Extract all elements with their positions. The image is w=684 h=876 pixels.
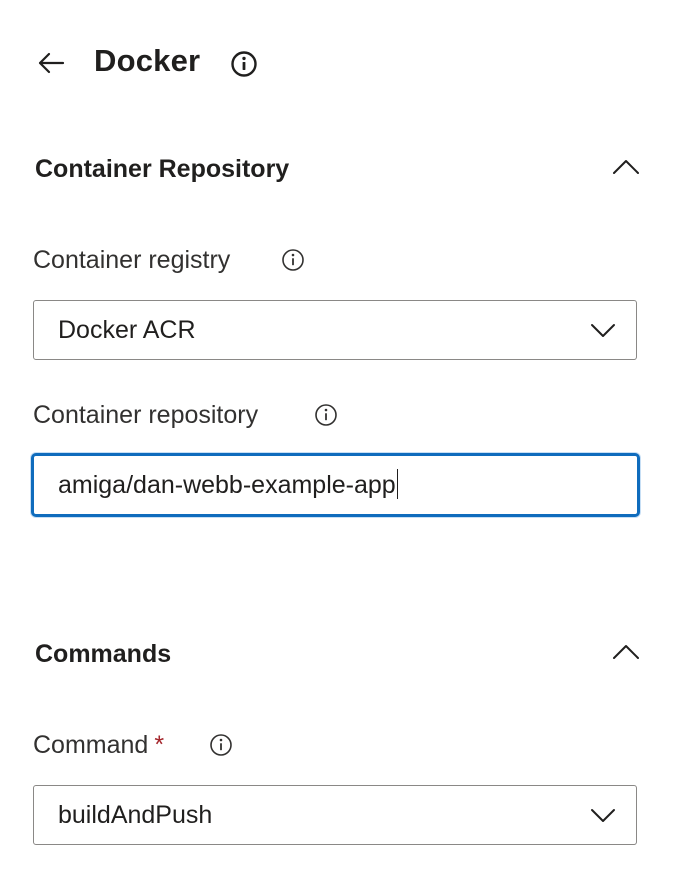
- arrow-left-icon: [38, 52, 65, 74]
- container-registry-info-button[interactable]: [280, 247, 306, 278]
- info-icon: [210, 734, 232, 756]
- command-info-button[interactable]: [208, 732, 234, 763]
- command-value: buildAndPush: [58, 801, 213, 829]
- info-icon: [282, 249, 304, 271]
- chevron-down-icon: [591, 809, 615, 822]
- info-icon: [315, 404, 337, 426]
- required-marker: *: [154, 731, 165, 759]
- section-title-commands: Commands: [35, 640, 172, 668]
- chevron-up-icon: [613, 160, 639, 174]
- container-repository-label: Container repository: [33, 401, 259, 429]
- command-label-text: Command: [33, 731, 149, 759]
- command-dropdown[interactable]: buildAndPush: [33, 785, 637, 845]
- section-title-container-repository: Container Repository: [35, 155, 290, 183]
- container-registry-label: Container registry: [33, 246, 231, 274]
- chevron-down-icon: [591, 324, 615, 337]
- title-info-button[interactable]: [230, 50, 258, 78]
- container-repository-value: amiga/dan-webb-example-app: [58, 471, 396, 499]
- collapse-container-repository-button[interactable]: [606, 150, 646, 184]
- page-title: Docker: [94, 43, 201, 78]
- command-label: Command *: [33, 728, 164, 762]
- container-repository-info-button[interactable]: [313, 402, 339, 433]
- chevron-up-icon: [613, 645, 639, 659]
- back-button[interactable]: [30, 42, 72, 84]
- container-registry-dropdown[interactable]: Docker ACR: [33, 300, 637, 360]
- info-icon: [231, 51, 257, 77]
- text-caret: [396, 469, 399, 499]
- container-registry-value: Docker ACR: [58, 316, 196, 344]
- collapse-commands-button[interactable]: [606, 635, 646, 669]
- container-repository-input[interactable]: amiga/dan-webb-example-app: [31, 453, 640, 517]
